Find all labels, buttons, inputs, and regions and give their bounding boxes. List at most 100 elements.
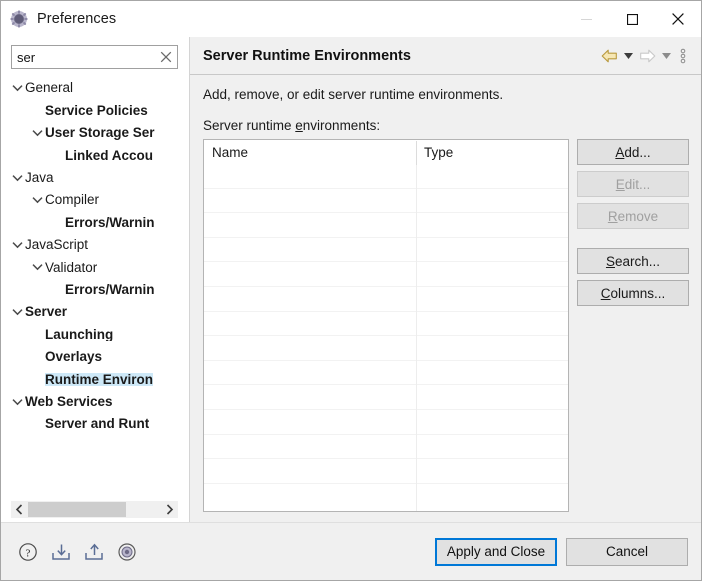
tree-item-server-and-runt[interactable]: Server and Runt xyxy=(5,413,180,435)
chevron-down-icon[interactable] xyxy=(30,263,45,271)
tree-item-errors-warnin[interactable]: Errors/Warnin xyxy=(5,279,180,301)
chevron-down-icon[interactable] xyxy=(10,308,25,316)
chevron-down-icon[interactable] xyxy=(10,84,25,92)
tree-item-runtime-environ[interactable]: Runtime Environ xyxy=(5,368,180,390)
button-mnemonic: E xyxy=(616,177,625,192)
table-label-pre: Server runtime xyxy=(203,118,295,133)
add-button[interactable]: Add... xyxy=(577,139,689,165)
table-label: Server runtime environments: xyxy=(203,118,689,133)
table-area: Name Type Add... Edit... Remove Search... Co… xyxy=(203,139,689,522)
tree-item-label: Linked Accou xyxy=(65,149,153,163)
tree-item-web-services[interactable]: Web Services xyxy=(5,390,180,412)
restore-defaults-icon[interactable] xyxy=(116,541,138,563)
table-row[interactable] xyxy=(204,459,568,484)
page-description: Add, remove, or edit server runtime envi… xyxy=(203,87,689,102)
svg-text:?: ? xyxy=(26,547,31,559)
button-mnemonic: A xyxy=(615,145,624,160)
column-divider xyxy=(416,164,417,511)
chevron-down-icon[interactable] xyxy=(620,45,637,67)
button-label: dd... xyxy=(624,145,650,160)
tree-item-label: Overlays xyxy=(45,350,102,364)
help-icon[interactable]: ? xyxy=(17,541,39,563)
page-title: Server Runtime Environments xyxy=(203,48,599,64)
chevron-down-icon[interactable] xyxy=(10,398,25,406)
columns-button[interactable]: Columns... xyxy=(577,280,689,306)
tree-item-launching[interactable]: Launching xyxy=(5,323,180,345)
table-row[interactable] xyxy=(204,238,568,263)
tree-item-label: Compiler xyxy=(45,193,99,207)
preference-tree[interactable]: GeneralService Policies User Storage Ser L… xyxy=(5,75,180,501)
tree-item-user-storage-ser[interactable]: User Storage Ser xyxy=(5,122,180,144)
tree-item-java[interactable]: Java xyxy=(5,167,180,189)
page-content: Add, remove, or edit server runtime envi… xyxy=(190,75,701,522)
clear-icon[interactable] xyxy=(159,50,173,64)
table-row[interactable] xyxy=(204,312,568,337)
scrollbar-thumb[interactable] xyxy=(28,502,126,517)
table-row[interactable] xyxy=(204,213,568,238)
tree-item-label: Server xyxy=(25,305,67,319)
chevron-down-icon[interactable] xyxy=(10,241,25,249)
tree-item-validator[interactable]: Validator xyxy=(5,256,180,278)
tree-item-label: Java xyxy=(25,171,54,185)
chevron-down-icon[interactable] xyxy=(30,129,45,137)
tree-item-label: User Storage Ser xyxy=(45,126,155,140)
table-row[interactable] xyxy=(204,189,568,214)
preferences-gear-icon xyxy=(10,10,28,28)
chevron-right-icon[interactable] xyxy=(161,501,178,518)
tree-item-overlays[interactable]: Overlays xyxy=(5,346,180,368)
button-mnemonic: C xyxy=(601,286,611,301)
page-header: Server Runtime Environments xyxy=(190,37,701,75)
table-body[interactable] xyxy=(204,164,568,511)
column-header-name[interactable]: Name xyxy=(204,140,416,164)
edit-button: Edit... xyxy=(577,171,689,197)
table-row[interactable] xyxy=(204,385,568,410)
tree-item-label: Server and Runt xyxy=(45,417,149,431)
button-mnemonic: S xyxy=(606,254,615,269)
vertical-dots-menu-icon[interactable] xyxy=(675,45,691,67)
runtime-environments-table[interactable]: Name Type xyxy=(203,139,569,512)
chevron-down-icon[interactable] xyxy=(10,174,25,182)
column-header-type[interactable]: Type xyxy=(416,140,568,164)
table-row[interactable] xyxy=(204,164,568,189)
chevron-down-icon[interactable] xyxy=(30,196,45,204)
tree-item-service-policies[interactable]: Service Policies xyxy=(5,99,180,121)
column-divider-header[interactable] xyxy=(416,141,417,165)
tree-item-compiler[interactable]: Compiler xyxy=(5,189,180,211)
table-label-post: nvironments: xyxy=(303,118,380,133)
table-row[interactable] xyxy=(204,361,568,386)
tree-item-javascript[interactable]: JavaScript xyxy=(5,234,180,256)
tree-item-server[interactable]: Server xyxy=(5,301,180,323)
apply-and-close-button[interactable]: Apply and Close xyxy=(435,538,557,566)
preference-tree-pane: GeneralService Policies User Storage Ser L… xyxy=(1,37,184,522)
table-row[interactable] xyxy=(204,336,568,361)
preference-page-pane: Server Runtime Environments xyxy=(189,37,701,522)
button-label: emove xyxy=(618,209,659,224)
chevron-down-icon[interactable] xyxy=(658,45,675,67)
export-icon[interactable] xyxy=(83,541,105,563)
scrollbar-track[interactable] xyxy=(28,501,161,518)
table-row[interactable] xyxy=(204,435,568,460)
search-button[interactable]: Search... xyxy=(577,248,689,274)
table-row[interactable] xyxy=(204,410,568,435)
button-label: dit... xyxy=(625,177,651,192)
chevron-left-icon[interactable] xyxy=(11,501,28,518)
close-icon[interactable] xyxy=(655,1,701,37)
maximize-icon[interactable] xyxy=(609,1,655,37)
search-input[interactable] xyxy=(12,46,177,68)
remove-button: Remove xyxy=(577,203,689,229)
cancel-button[interactable]: Cancel xyxy=(566,538,688,566)
tree-item-linked-accou[interactable]: Linked Accou xyxy=(5,144,180,166)
table-row[interactable] xyxy=(204,287,568,312)
window-title: Preferences xyxy=(37,11,116,27)
import-icon[interactable] xyxy=(50,541,72,563)
tree-horizontal-scrollbar[interactable] xyxy=(11,501,178,518)
tree-item-label: JavaScript xyxy=(25,238,88,252)
tree-item-errors-warnin[interactable]: Errors/Warnin xyxy=(5,211,180,233)
dialog-footer: ? xyxy=(1,522,701,580)
minimize-icon[interactable] xyxy=(563,1,609,37)
back-arrow-icon[interactable] xyxy=(599,45,620,67)
table-action-buttons: Add... Edit... Remove Search... Columns... xyxy=(577,139,689,512)
tree-item-label: Errors/Warnin xyxy=(65,283,155,297)
table-row[interactable] xyxy=(204,262,568,287)
tree-item-general[interactable]: General xyxy=(5,77,180,99)
